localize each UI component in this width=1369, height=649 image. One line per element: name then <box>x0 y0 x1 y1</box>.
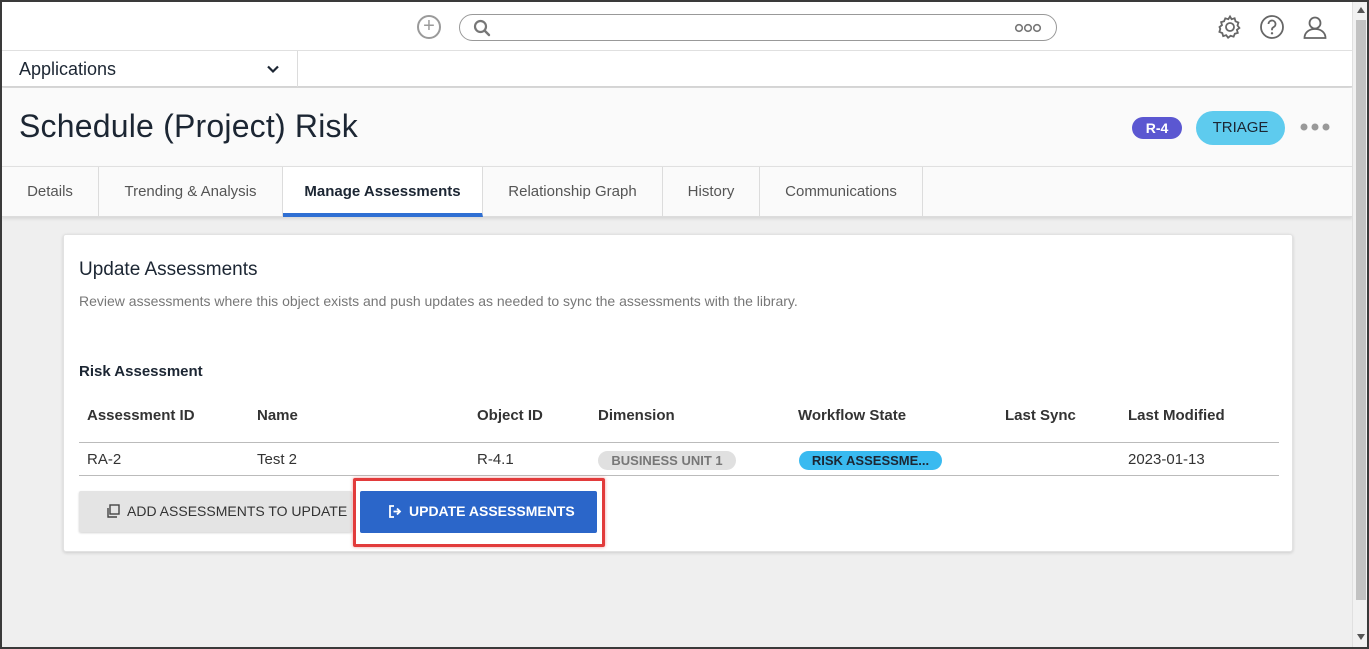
search-icon <box>473 19 491 37</box>
copy-icon <box>107 504 120 518</box>
workflow-state-chip: RISK ASSESSME... <box>799 451 942 470</box>
dimension-chip: BUSINESS UNIT 1 <box>598 451 736 470</box>
tab-manage-assessments[interactable]: Manage Assessments <box>283 167 483 217</box>
cell-last-modified: 2023-01-13 <box>1128 451 1205 468</box>
update-assessments-card: Update Assessments Review assessments wh… <box>63 234 1293 552</box>
record-id-badge: R-4 <box>1132 117 1182 139</box>
help-icon[interactable] <box>1259 14 1285 40</box>
cell-assessment-id: RA-2 <box>87 451 122 468</box>
more-options-icon[interactable] <box>1300 122 1330 132</box>
card-description: Review assessments where this object exi… <box>79 293 798 309</box>
user-icon[interactable] <box>1302 14 1328 40</box>
scroll-down-icon[interactable] <box>1357 634 1365 640</box>
plus-circle-icon[interactable]: + <box>417 15 441 39</box>
cell-object-id: R-4.1 <box>477 451 514 468</box>
add-assessments-label: ADD ASSESSMENTS TO UPDATE <box>127 503 348 519</box>
table-row[interactable]: RA-2 Test 2 R-4.1 BUSINESS UNIT 1 RISK A… <box>79 443 1279 476</box>
column-header[interactable]: Last Sync <box>1005 407 1076 424</box>
app-bar: Applications <box>2 51 1352 87</box>
workflow-state-badge[interactable]: TRIAGE <box>1196 111 1285 145</box>
chevron-down-icon <box>267 65 279 74</box>
section-title: Risk Assessment <box>79 363 203 380</box>
gear-icon[interactable] <box>1217 14 1243 40</box>
add-assessments-to-update-button[interactable]: ADD ASSESSMENTS TO UPDATE <box>79 491 352 532</box>
applications-label: Applications <box>19 59 117 79</box>
tab-bar: Details Trending & Analysis Manage Asses… <box>2 166 1352 217</box>
applications-dropdown[interactable]: Applications <box>2 51 298 87</box>
column-header[interactable]: Dimension <box>598 407 675 424</box>
column-header[interactable]: Last Modified <box>1128 407 1225 424</box>
tab-communications[interactable]: Communications <box>760 167 923 217</box>
global-search[interactable] <box>459 14 1057 41</box>
table-header: Assessment ID Name Object ID Dimension W… <box>79 397 1279 443</box>
update-assessments-label: UPDATE ASSESSMENTS <box>409 503 575 519</box>
app-window: + Applications Schedule (Project) Risk R… <box>0 0 1369 649</box>
search-options-icon[interactable] <box>1014 22 1042 34</box>
scroll-up-icon[interactable] <box>1357 7 1365 13</box>
search-input[interactable] <box>500 18 1000 37</box>
column-header[interactable]: Name <box>257 407 298 424</box>
sign-out-icon <box>389 505 402 518</box>
top-bar: + <box>2 2 1352 51</box>
card-title: Update Assessments <box>79 259 258 280</box>
tab-details[interactable]: Details <box>2 167 99 217</box>
column-header[interactable]: Workflow State <box>798 407 906 424</box>
tab-relationship-graph[interactable]: Relationship Graph <box>483 167 663 217</box>
record-header: Schedule (Project) Risk R-4 TRIAGE <box>2 88 1352 166</box>
column-header[interactable]: Assessment ID <box>87 407 195 424</box>
cell-name: Test 2 <box>257 451 298 468</box>
tab-trending-analysis[interactable]: Trending & Analysis <box>99 167 283 217</box>
update-assessments-button[interactable]: UPDATE ASSESSMENTS <box>360 491 597 533</box>
page-title: Schedule (Project) Risk <box>19 108 358 144</box>
vertical-scrollbar[interactable] <box>1352 2 1367 647</box>
column-header[interactable]: Object ID <box>477 407 543 424</box>
tab-history[interactable]: History <box>663 167 760 217</box>
scrollbar-thumb[interactable] <box>1356 20 1366 600</box>
